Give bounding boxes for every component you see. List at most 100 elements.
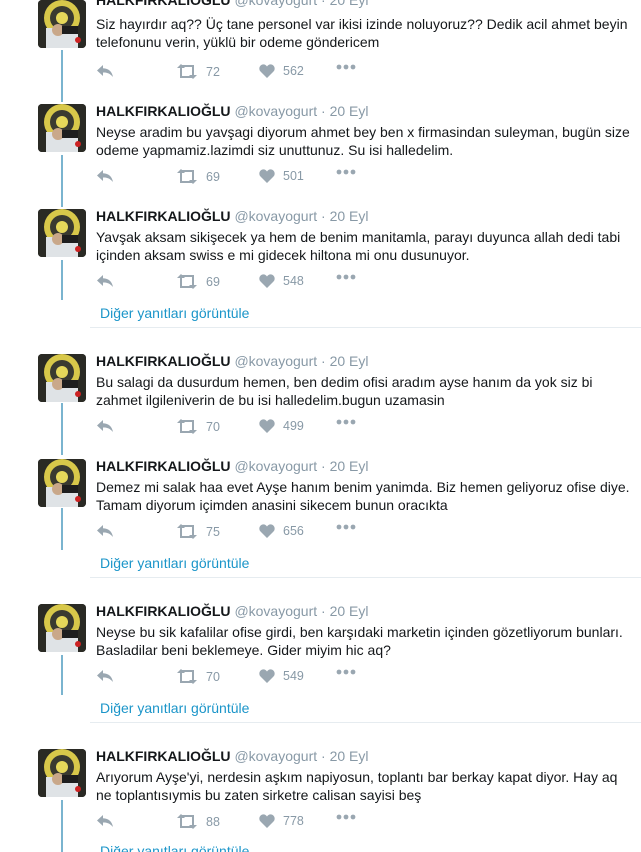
tweet-actions: 75 656 — [96, 524, 396, 542]
tweet[interactable]: HALKFIRKALIOĞLU @kovayogurt · 20 Eyl Ney… — [0, 604, 641, 694]
author-handle[interactable]: @kovayogurt — [234, 103, 317, 119]
tweet[interactable]: HALKFIRKALIOĞLU @kovayogurt · 20 Eyl Siz… — [0, 0, 641, 90]
avatar[interactable] — [38, 459, 86, 507]
show-more-replies-link[interactable]: Diğer yanıtları görüntüle — [100, 555, 249, 571]
tweet-date[interactable]: 20 Eyl — [330, 0, 369, 8]
avatar[interactable] — [38, 104, 86, 152]
reply-button[interactable] — [96, 169, 114, 183]
author-handle[interactable]: @kovayogurt — [234, 748, 317, 764]
tweet-actions: 72 562 — [96, 64, 396, 82]
like-button[interactable]: 501 — [259, 169, 304, 183]
tweet-text: Siz hayırdır aq?? Üç tane personel var i… — [96, 16, 628, 50]
reply-button[interactable] — [96, 669, 114, 683]
author-name[interactable]: HALKFIRKALIOĞLU — [96, 103, 231, 119]
reply-button[interactable] — [96, 524, 114, 538]
retweet-icon — [177, 64, 197, 79]
like-button[interactable]: 562 — [259, 64, 304, 78]
tweet-header: HALKFIRKALIOĞLU @kovayogurt · 20 Eyl — [96, 0, 369, 7]
author-name[interactable]: HALKFIRKALIOĞLU — [96, 603, 231, 619]
tweet-actions: 70 499 — [96, 419, 396, 437]
reply-button[interactable] — [96, 64, 114, 78]
author-name[interactable]: HALKFIRKALIOĞLU — [96, 748, 231, 764]
more-button[interactable] — [336, 274, 356, 280]
more-button[interactable] — [336, 64, 356, 70]
tweet-date[interactable]: 20 Eyl — [330, 103, 369, 119]
author-name[interactable]: HALKFIRKALIOĞLU — [96, 353, 231, 369]
like-count: 562 — [283, 64, 304, 78]
reply-button[interactable] — [96, 814, 114, 828]
separator-dot: · — [321, 103, 326, 119]
more-button[interactable] — [336, 814, 356, 820]
retweet-button[interactable]: 70 — [176, 419, 220, 434]
tweet-text: Demez mi salak haa evet Ayşe hanım benim… — [96, 479, 630, 513]
more-button[interactable] — [336, 669, 356, 675]
divider — [90, 722, 641, 723]
heart-icon — [259, 524, 275, 538]
more-dots-icon — [336, 669, 356, 675]
retweet-button[interactable]: 70 — [176, 669, 220, 684]
avatar[interactable] — [38, 354, 86, 402]
author-name[interactable]: HALKFIRKALIOĞLU — [96, 458, 231, 474]
tweet[interactable]: HALKFIRKALIOĞLU @kovayogurt · 20 Eyl Arı… — [0, 749, 641, 839]
tweet-date[interactable]: 20 Eyl — [330, 748, 369, 764]
author-name[interactable]: HALKFIRKALIOĞLU — [96, 0, 231, 8]
tweet-text: Neyse bu sik kafalilar ofise girdi, ben … — [96, 624, 623, 658]
show-more-replies-link[interactable]: Diğer yanıtları görüntüle — [100, 305, 249, 321]
reply-icon — [97, 275, 113, 287]
retweet-button[interactable]: 75 — [176, 524, 220, 539]
author-handle[interactable]: @kovayogurt — [234, 458, 317, 474]
like-button[interactable]: 548 — [259, 274, 304, 288]
tweet-header: HALKFIRKALIOĞLU @kovayogurt · 20 Eyl — [96, 104, 369, 118]
author-handle[interactable]: @kovayogurt — [234, 0, 317, 8]
tweet[interactable]: HALKFIRKALIOĞLU @kovayogurt · 20 Eyl Bu … — [0, 354, 641, 444]
tweet-date[interactable]: 20 Eyl — [330, 208, 369, 224]
avatar[interactable] — [38, 604, 86, 652]
tweet-text: Neyse aradim bu yavşagi diyorum ahmet be… — [96, 124, 630, 158]
reply-icon — [97, 170, 113, 182]
tweet-actions: 88 778 — [96, 814, 396, 832]
tweet-header: HALKFIRKALIOĞLU @kovayogurt · 20 Eyl — [96, 354, 369, 368]
tweet[interactable]: HALKFIRKALIOĞLU @kovayogurt · 20 Eyl Ney… — [0, 104, 641, 194]
like-button[interactable]: 499 — [259, 419, 304, 433]
author-handle[interactable]: @kovayogurt — [234, 208, 317, 224]
tweet-date[interactable]: 20 Eyl — [330, 458, 369, 474]
retweet-button[interactable]: 69 — [176, 274, 220, 289]
author-handle[interactable]: @kovayogurt — [234, 353, 317, 369]
tweet-actions: 69 501 — [96, 169, 396, 187]
reply-button[interactable] — [96, 274, 114, 288]
like-button[interactable]: 778 — [259, 814, 304, 828]
reply-button[interactable] — [96, 419, 114, 433]
like-count: 548 — [283, 274, 304, 288]
heart-icon — [259, 419, 275, 433]
avatar[interactable] — [38, 209, 86, 257]
retweet-icon — [177, 169, 197, 184]
tweet-date[interactable]: 20 Eyl — [330, 353, 369, 369]
more-button[interactable] — [336, 524, 356, 530]
show-more-replies-link[interactable]: Diğer yanıtları görüntüle — [100, 700, 249, 716]
tweet-actions: 69 548 — [96, 274, 396, 292]
retweet-count: 69 — [206, 169, 220, 184]
avatar[interactable] — [38, 749, 86, 797]
retweet-count: 88 — [206, 814, 220, 829]
retweet-button[interactable]: 72 — [176, 64, 220, 79]
author-name[interactable]: HALKFIRKALIOĞLU — [96, 208, 231, 224]
retweet-icon — [177, 669, 197, 684]
retweet-button[interactable]: 69 — [176, 169, 220, 184]
author-handle[interactable]: @kovayogurt — [234, 603, 317, 619]
separator-dot: · — [321, 208, 326, 224]
more-dots-icon — [336, 419, 356, 425]
retweet-button[interactable]: 88 — [176, 814, 220, 829]
more-dots-icon — [336, 64, 356, 70]
tweet-thread: HALKFIRKALIOĞLU @kovayogurt · 20 Eyl Siz… — [0, 0, 641, 852]
tweet-text: Bu salagi da dusurdum hemen, ben dedim o… — [96, 374, 593, 408]
tweet[interactable]: HALKFIRKALIOĞLU @kovayogurt · 20 Eyl Dem… — [0, 459, 641, 549]
more-button[interactable] — [336, 169, 356, 175]
like-button[interactable]: 549 — [259, 669, 304, 683]
like-button[interactable]: 656 — [259, 524, 304, 538]
tweet-date[interactable]: 20 Eyl — [330, 603, 369, 619]
show-more-replies-link[interactable]: Diğer yanıtları görüntüle — [100, 843, 249, 852]
tweet[interactable]: HALKFIRKALIOĞLU @kovayogurt · 20 Eyl Yav… — [0, 209, 641, 299]
avatar[interactable] — [38, 0, 86, 48]
more-button[interactable] — [336, 419, 356, 425]
like-count: 656 — [283, 524, 304, 538]
